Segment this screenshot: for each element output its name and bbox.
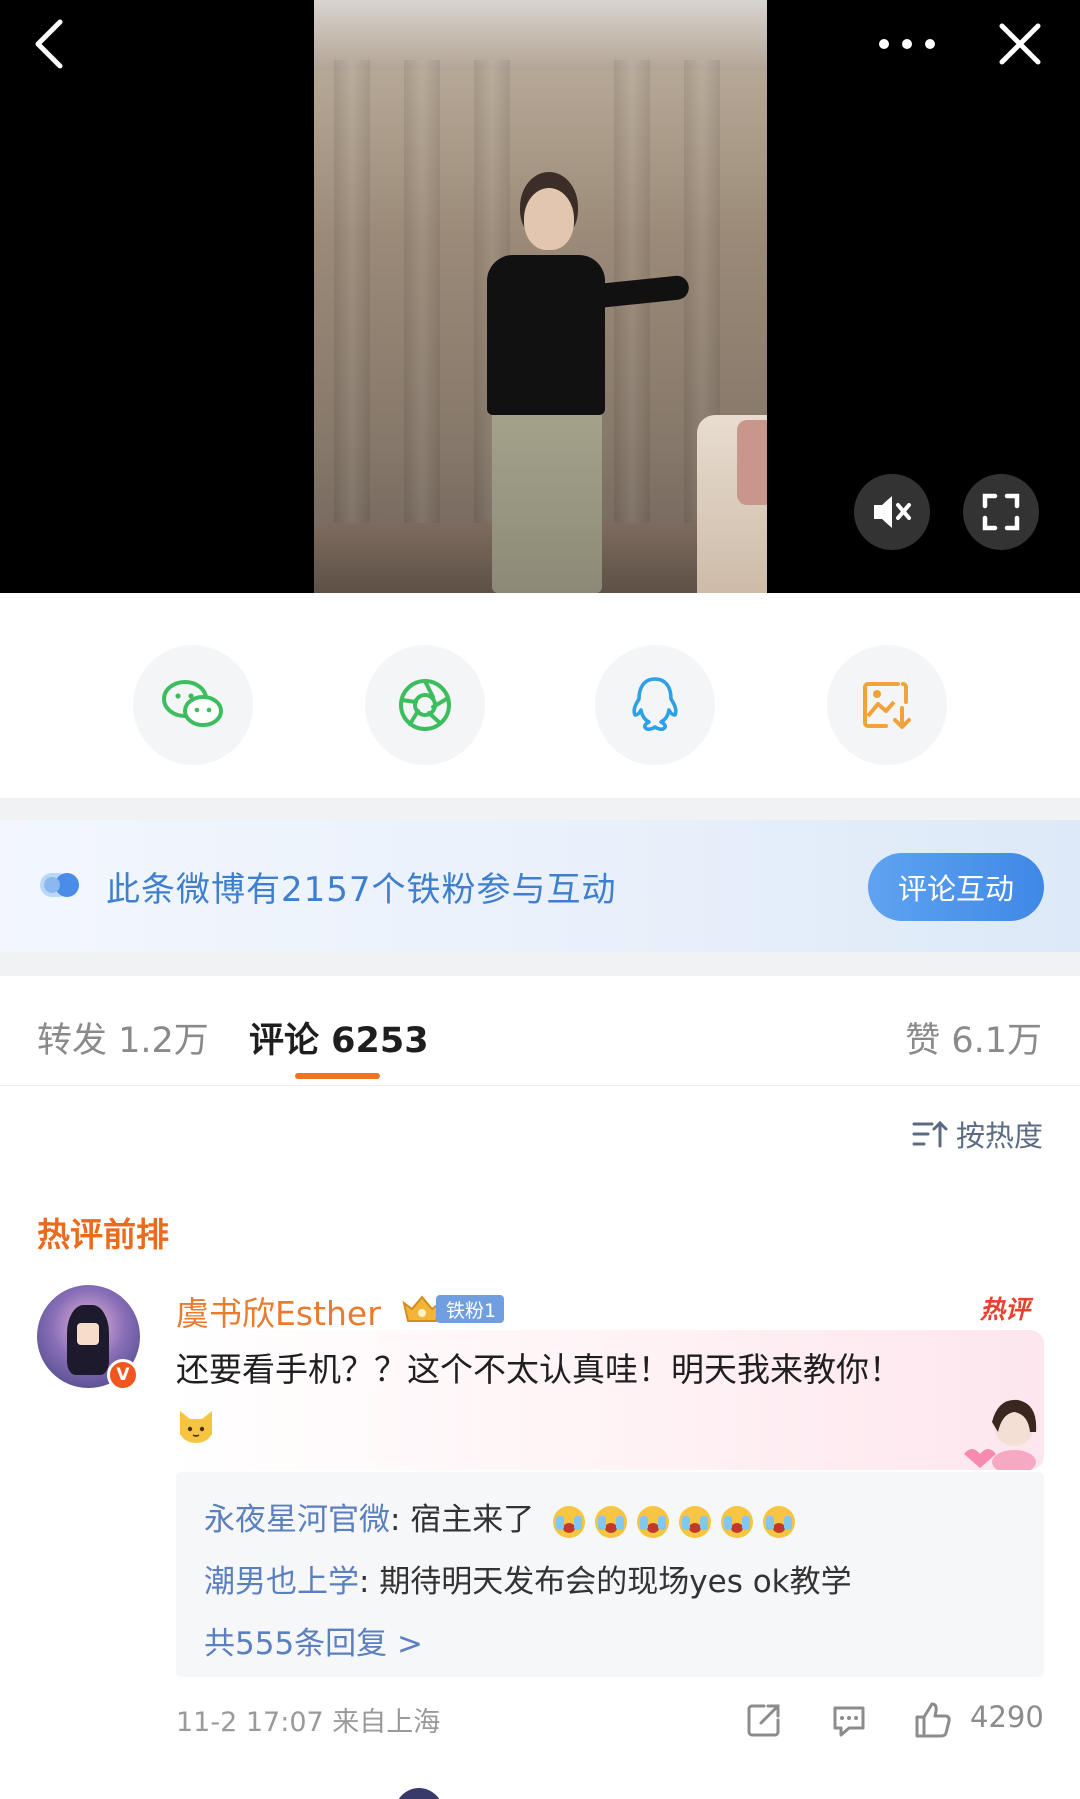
share-row bbox=[0, 593, 1080, 798]
section-divider bbox=[0, 798, 1080, 820]
comment-interact-button[interactable]: 评论互动 bbox=[868, 853, 1044, 921]
avatar-face bbox=[77, 1323, 99, 1345]
like-icon[interactable] bbox=[913, 1700, 953, 1740]
video-player[interactable] bbox=[0, 0, 1080, 593]
share-icon[interactable] bbox=[744, 1700, 784, 1740]
crying-emoji-icon bbox=[595, 1505, 628, 1538]
comment-text: 还要看手机？？这个不太认真哇！明天我来教你！ bbox=[176, 1343, 1026, 1451]
curtain-fold bbox=[614, 60, 650, 593]
sort-button[interactable]: 按热度 bbox=[912, 1113, 1043, 1155]
section-divider bbox=[0, 952, 1080, 976]
close-icon[interactable] bbox=[990, 14, 1050, 74]
video-pillow bbox=[737, 420, 767, 505]
comment-meta: 11-2 17:07 来自上海 bbox=[176, 1707, 441, 1738]
back-icon[interactable] bbox=[22, 14, 82, 74]
hot-comment-badge: 热评 bbox=[980, 1295, 1031, 1324]
qq-icon bbox=[632, 677, 678, 731]
banner-text: 此条微博有2157个铁粉参与互动 bbox=[106, 870, 617, 910]
crying-emoji-icon bbox=[637, 1505, 670, 1538]
more-replies-link[interactable]: 共555条回复 > bbox=[204, 1618, 423, 1663]
tab-likes[interactable]: 赞 6.1万 bbox=[905, 1012, 1042, 1063]
person-shirt bbox=[487, 255, 605, 415]
speaker-muted-icon bbox=[874, 496, 911, 528]
reply-item[interactable]: 潮男也上学: 期待明天发布会的现场yes ok教学 bbox=[204, 1556, 852, 1601]
post-tabs: 转发 1.2万 评论 6253 赞 6.1万 bbox=[0, 976, 1080, 1086]
person-head bbox=[524, 188, 574, 250]
fullscreen-icon bbox=[982, 493, 1020, 531]
comment-icon[interactable] bbox=[829, 1700, 869, 1740]
fullscreen-button[interactable] bbox=[963, 474, 1039, 550]
iron-fan-banner[interactable]: 此条微博有2157个铁粉参与互动 评论互动 bbox=[0, 820, 1080, 952]
sort-icon bbox=[912, 1120, 948, 1148]
reply-text: : 期待明天发布会的现场yes ok教学 bbox=[359, 1564, 852, 1600]
moments-share-button[interactable] bbox=[365, 645, 485, 765]
cat-emoji-icon bbox=[180, 1410, 212, 1443]
crying-emoji-icon bbox=[721, 1505, 754, 1538]
toggle-dots-icon bbox=[40, 873, 79, 897]
crying-emoji-icon bbox=[679, 1505, 712, 1538]
reply-user[interactable]: 永夜星河官微 bbox=[204, 1502, 390, 1538]
wechat-icon bbox=[162, 680, 223, 727]
tab-repost[interactable]: 转发 1.2万 bbox=[37, 1012, 209, 1063]
curtain-fold bbox=[334, 60, 370, 593]
qq-share-button[interactable] bbox=[595, 645, 715, 765]
fan-level-badge: 铁粉1 bbox=[436, 1295, 505, 1323]
bubble-decoration-icon bbox=[964, 1399, 1037, 1470]
curtain-fold bbox=[404, 60, 440, 593]
verified-badge: V bbox=[107, 1359, 139, 1391]
like-count: 4290 bbox=[970, 1700, 1044, 1734]
save-image-button[interactable] bbox=[827, 645, 947, 765]
wechat-share-button[interactable] bbox=[133, 645, 253, 765]
reply-item[interactable]: 永夜星河官微: 宿主来了 bbox=[204, 1494, 798, 1540]
tab-comments[interactable]: 评论 6253 bbox=[249, 1012, 429, 1063]
person-pants bbox=[492, 405, 602, 593]
moments-icon bbox=[399, 679, 451, 731]
comment-body: 还要看手机？？这个不太认真哇！明天我来教你！ bbox=[176, 1350, 902, 1389]
sort-label: 按热度 bbox=[955, 1119, 1043, 1153]
active-tab-indicator bbox=[295, 1073, 380, 1079]
next-comment-avatar[interactable] bbox=[395, 1788, 443, 1799]
video-frame[interactable] bbox=[314, 0, 767, 593]
hot-comments-heading: 热评前排 bbox=[37, 1215, 169, 1254]
mute-button[interactable] bbox=[854, 474, 930, 550]
crying-emoji-icon bbox=[553, 1505, 586, 1538]
crying-emoji-icon bbox=[763, 1505, 796, 1538]
more-icon[interactable] bbox=[872, 14, 942, 74]
reply-text: : 宿主来了 bbox=[390, 1502, 535, 1538]
crying-emoji-group bbox=[550, 1504, 798, 1540]
comment-author[interactable]: 虞书欣Esther bbox=[176, 1287, 381, 1335]
save-image-icon bbox=[863, 682, 911, 729]
replies-box[interactable]: 永夜星河官微: 宿主来了 潮男也上学: 期待明天发布会的现场yes ok教学 共… bbox=[176, 1472, 1044, 1677]
reply-user[interactable]: 潮男也上学 bbox=[204, 1564, 359, 1600]
